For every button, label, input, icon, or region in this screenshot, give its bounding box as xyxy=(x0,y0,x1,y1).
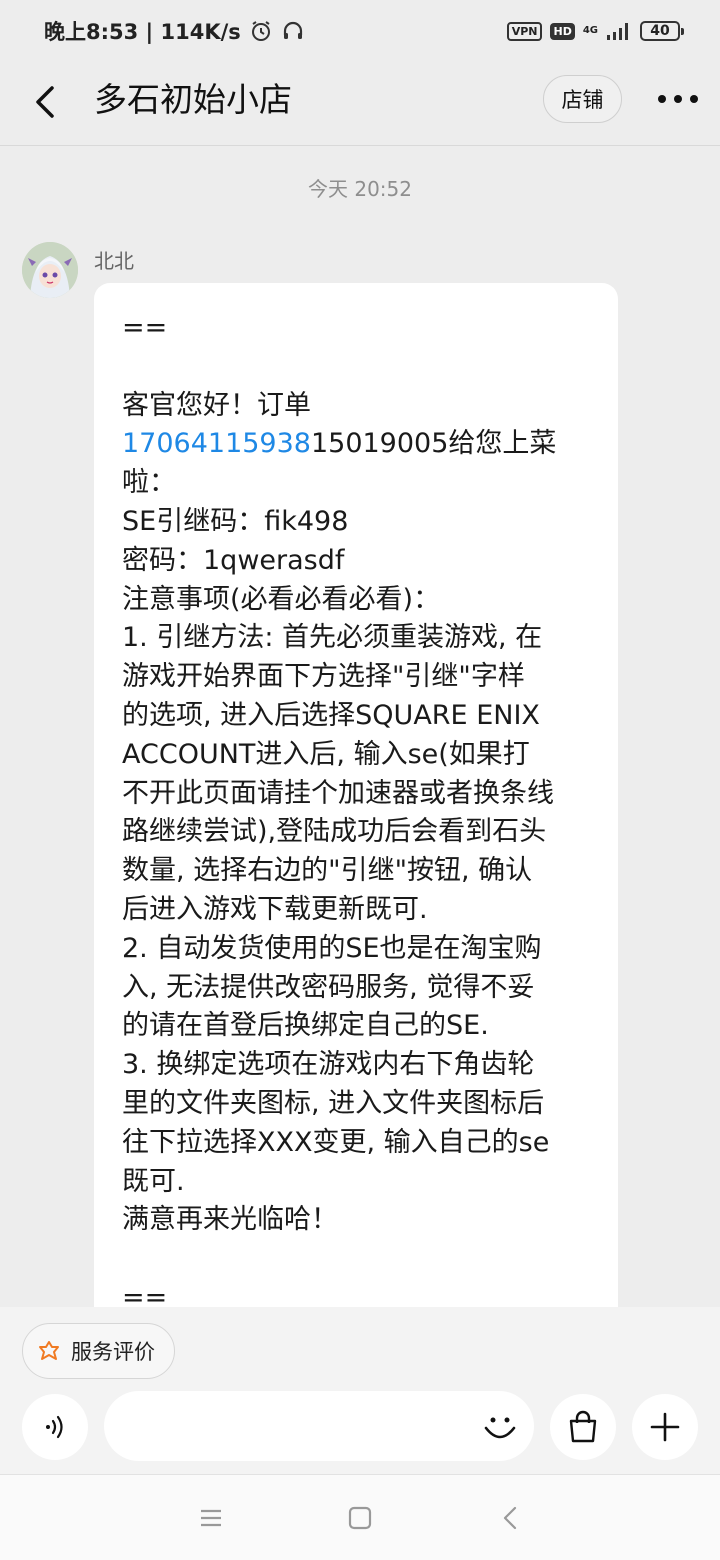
message-line: 的选项, 进入后选择SQUARE ENIX xyxy=(122,699,540,731)
hd-badge: HD xyxy=(550,22,575,40)
message-line: 里的文件夹图标, 进入文件夹图标后 xyxy=(122,1087,545,1119)
avatar[interactable] xyxy=(22,242,78,298)
system-nav-bar xyxy=(0,1474,720,1560)
square-icon xyxy=(348,1506,372,1530)
order-number-rest: 15019005给您上菜 xyxy=(310,428,557,460)
message-line: 不开此页面请挂个加速器或者换条线 xyxy=(122,777,554,809)
shop-button[interactable]: 店铺 xyxy=(543,75,622,123)
order-number-link[interactable]: 17064115938 xyxy=(122,428,311,459)
input-area: 服务评价 xyxy=(0,1307,720,1474)
signal-icon xyxy=(606,21,632,41)
more-dots-icon xyxy=(658,95,698,103)
message-line: 后进入游戏下载更新既可. xyxy=(122,893,428,925)
message-line: == xyxy=(122,1281,168,1307)
message-line: 满意再来光临哈！ xyxy=(122,1204,338,1236)
message-line: 往下拉选择XXX变更, 输入自己的se xyxy=(122,1126,550,1158)
message-text: == 客官您好！订单 1706411593815019005给您上菜 啦： SE引继码：… xyxy=(122,309,592,1307)
menu-icon xyxy=(201,1509,221,1527)
message-line: SE引继码：fik498 xyxy=(122,505,349,537)
nav-back-button[interactable] xyxy=(496,1503,526,1533)
shopping-bag-button[interactable] xyxy=(550,1394,616,1460)
message-line: 既可. xyxy=(122,1165,185,1197)
back-button[interactable] xyxy=(30,82,64,122)
vpn-badge: VPN xyxy=(506,21,543,41)
smile-icon xyxy=(484,1417,516,1439)
message-line: 啦： xyxy=(122,467,176,499)
message-line: ACCOUNT进入后, 输入se(如果打 xyxy=(122,738,530,770)
message-line: 入, 无法提供改密码服务, 觉得不妥 xyxy=(122,971,535,1003)
message-line xyxy=(122,1240,592,1279)
message-line: 注意事项(必看必看必看)： xyxy=(122,583,441,615)
message-line: 游戏开始界面下方选择"引继"字样 xyxy=(122,661,525,693)
add-button[interactable] xyxy=(632,1394,698,1460)
back-triangle-icon xyxy=(503,1506,517,1530)
chat-area[interactable]: 今天 20:52 北北 == 客官您好！订单 1706411593815019005… xyxy=(0,147,720,1307)
service-review-label: 服务评价 xyxy=(71,1340,155,1364)
shopping-bag-icon xyxy=(569,1410,597,1443)
anime-avatar-icon xyxy=(22,242,78,298)
message-line: 数量, 选择右边的"引继"按钮, 确认 xyxy=(122,855,533,887)
status-time: 晚上8:53 | 114K/s xyxy=(44,20,241,44)
emoji-button[interactable] xyxy=(480,1408,520,1448)
message-line: 密码：1qwerasdf xyxy=(122,544,345,576)
chat-header: 多石初始小店 店铺 xyxy=(0,62,720,146)
status-right: VPN HD 4G 40 xyxy=(506,21,684,41)
message-line: 2. 自动发货使用的SE也是在淘宝购 xyxy=(122,932,542,964)
voice-icon xyxy=(46,1415,63,1439)
status-bar: 晚上8:53 | 114K/s VPN HD 4G 40 xyxy=(0,0,720,62)
message-line: == xyxy=(122,312,168,343)
message-timestamp: 今天 20:52 xyxy=(308,177,412,201)
alarm-icon xyxy=(249,19,273,43)
message-line xyxy=(122,348,592,387)
message-bubble[interactable]: == 客官您好！订单 1706411593815019005给您上菜 啦： SE引继码：… xyxy=(94,283,618,1307)
more-button[interactable] xyxy=(656,84,700,114)
status-left: 晚上8:53 | 114K/s xyxy=(44,16,305,46)
message-line: 1. 引继方法: 首先必须重装游戏, 在 xyxy=(122,622,543,654)
headset-icon xyxy=(281,19,305,43)
voice-button[interactable] xyxy=(22,1394,88,1460)
message-line: 客官您好！订单 xyxy=(122,389,311,421)
message-input[interactable] xyxy=(104,1391,534,1461)
nav-menu-button[interactable] xyxy=(196,1503,226,1533)
chevron-left-icon xyxy=(36,86,54,118)
battery-icon: 40 xyxy=(640,21,684,41)
message-line: 1706411593815019005给您上菜 xyxy=(122,425,592,464)
plus-icon xyxy=(650,1412,680,1442)
nav-home-button[interactable] xyxy=(345,1503,375,1533)
page-title: 多石初始小店 xyxy=(94,80,292,119)
message-line: 3. 换绑定选项在游戏内右下角齿轮 xyxy=(122,1049,535,1081)
network-type: 4G xyxy=(582,25,598,36)
flower-icon xyxy=(39,1341,59,1360)
message-line: 路继续尝试),登陆成功后会看到石头 xyxy=(122,816,547,848)
message-line: 的请在首登后换绑定自己的SE. xyxy=(122,1010,489,1042)
sender-name: 北北 xyxy=(94,249,134,273)
service-review-button[interactable]: 服务评价 xyxy=(22,1323,175,1379)
